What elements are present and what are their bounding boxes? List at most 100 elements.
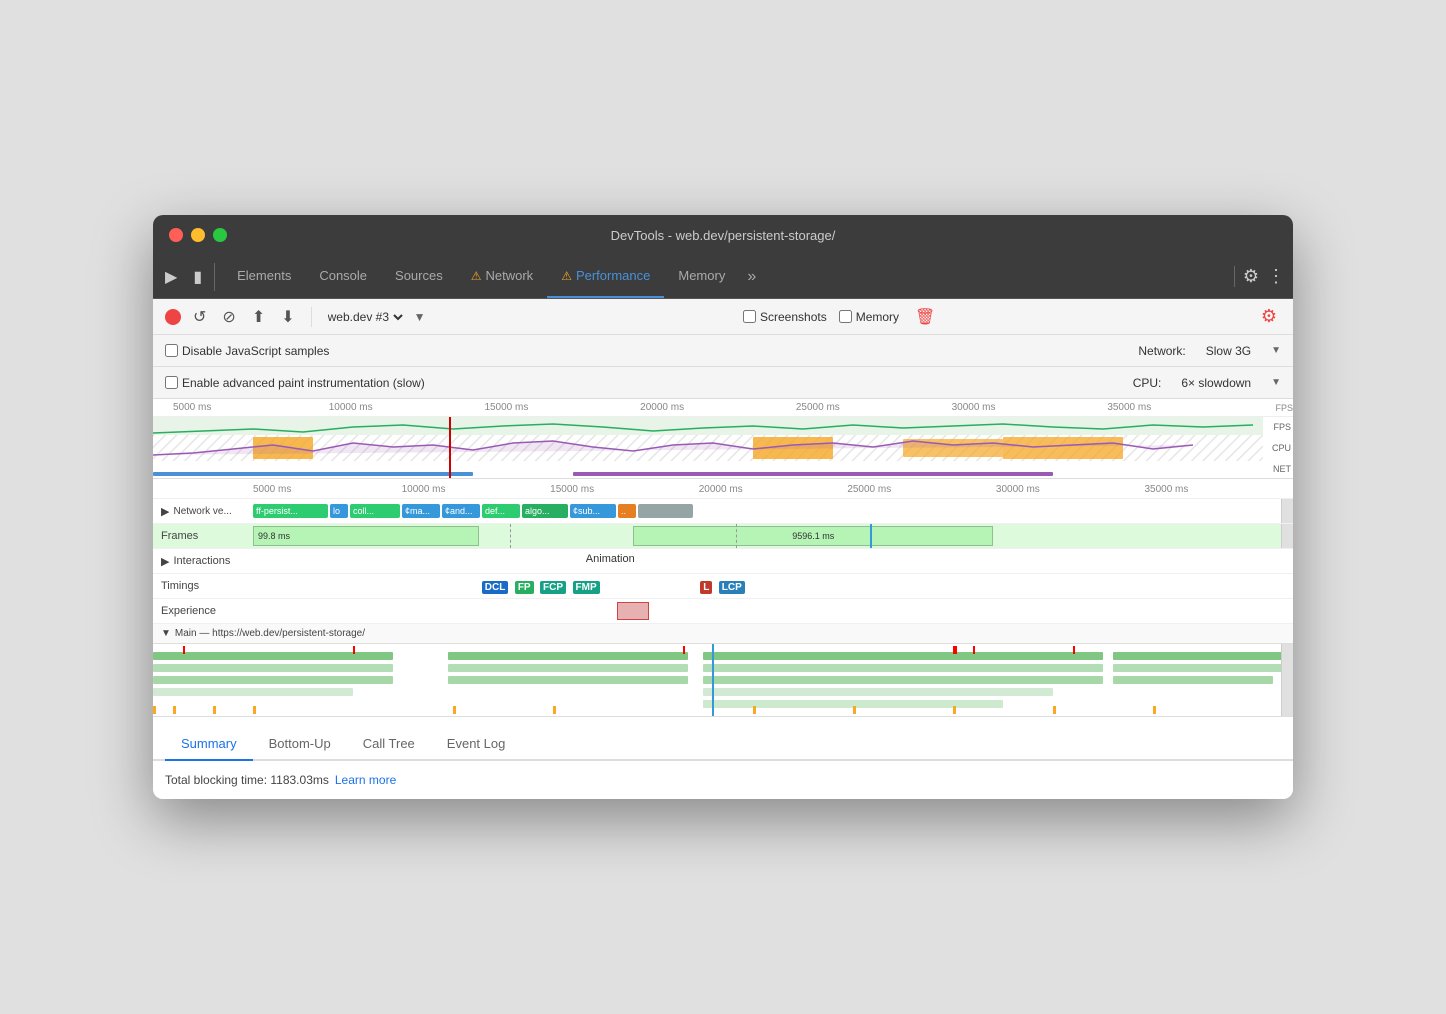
dock-icon[interactable]: ▮ <box>189 263 206 291</box>
performance-warn-icon: ⚠ <box>561 269 572 283</box>
screenshots-checkbox[interactable] <box>743 310 756 323</box>
tl-25000: 25000 ms <box>847 484 996 495</box>
clear-button[interactable]: ⊘ <box>218 305 239 329</box>
delete-profile-button[interactable]: 🗑 <box>911 305 939 329</box>
network-dropdown-arrow[interactable]: ▼ <box>1271 345 1281 356</box>
overview-chart[interactable]: FPS CPU NET <box>153 417 1293 479</box>
tab-bottom-up[interactable]: Bottom-Up <box>253 728 347 761</box>
animation-label: Animation <box>586 553 635 565</box>
tab-event-log[interactable]: Event Log <box>431 728 522 761</box>
reload-button[interactable]: ↺ <box>189 305 210 329</box>
disable-js-checkbox[interactable] <box>165 344 178 357</box>
timing-badges-group-2: L LCP <box>700 577 745 595</box>
network-row-content: ff-persist... lo coll... ¢ma... ¢and... … <box>253 499 1281 523</box>
record-button[interactable] <box>165 309 181 325</box>
scrubber-line[interactable] <box>449 417 451 479</box>
frames-row: Frames 99.8 ms 9596.1 ms <box>153 524 1293 549</box>
badge-fp[interactable]: FP <box>515 581 534 594</box>
interactions-label[interactable]: ▶ Interactions <box>153 553 253 570</box>
tab-sources[interactable]: Sources <box>381 255 457 298</box>
interactions-label-text: Interactions <box>173 555 230 567</box>
tl-10000: 10000 ms <box>402 484 551 495</box>
timing-badges-group-1: DCL FP FCP FMP <box>482 577 600 595</box>
advanced-paint-label[interactable]: Enable advanced paint instrumentation (s… <box>165 376 425 390</box>
tab-summary[interactable]: Summary <box>165 728 253 761</box>
interactions-expand: ▶ <box>161 555 169 568</box>
net-block-4[interactable]: ¢ma... <box>402 504 440 518</box>
settings-gear-icon[interactable]: ⚙ <box>1257 304 1281 329</box>
frame-block-1[interactable]: 99.8 ms <box>253 526 479 546</box>
blocking-time: Total blocking time: 1183.03ms Learn mor… <box>165 773 1281 787</box>
dashed-line-1 <box>510 524 511 548</box>
experience-block[interactable] <box>617 602 649 620</box>
screenshots-checkbox-label[interactable]: Screenshots <box>743 310 827 324</box>
badge-fcp[interactable]: FCP <box>540 581 566 594</box>
tab-bar: Elements Console Sources ⚠ Network ⚠ Per… <box>223 255 1234 298</box>
timings-label-text: Timings <box>161 580 199 592</box>
net-block-10[interactable] <box>638 504 693 518</box>
tab-console[interactable]: Console <box>305 255 381 298</box>
perf-toolbar: ↺ ⊘ ⬆ ⬇ web.dev #3 ▼ Screenshots Memory … <box>153 299 1293 335</box>
net-block-8[interactable]: ¢sub... <box>570 504 616 518</box>
tab-console-label: Console <box>319 268 367 283</box>
main-expand-arrow[interactable]: ▼ <box>161 628 171 639</box>
frame-block-2[interactable]: 9596.1 ms <box>633 526 993 546</box>
advanced-paint-checkbox[interactable] <box>165 376 178 389</box>
net-block-6[interactable]: def... <box>482 504 520 518</box>
net-block-2[interactable]: lo <box>330 504 348 518</box>
experience-content <box>253 599 1293 623</box>
net-block-7[interactable]: algo... <box>522 504 568 518</box>
cpu-setting-value: 6× slowdown <box>1181 376 1251 390</box>
main-row-header: ▼ Main — https://web.dev/persistent-stor… <box>153 624 1293 644</box>
tab-elements[interactable]: Elements <box>223 255 305 298</box>
profile-select[interactable]: web.dev #3 <box>324 309 406 325</box>
flame-chart[interactable] <box>153 644 1293 716</box>
toolbar-icons: ▶ ▮ <box>161 263 215 291</box>
badge-fmp[interactable]: FMP <box>573 581 600 594</box>
bottom-tabs: Summary Bottom-Up Call Tree Event Log <box>153 717 1293 761</box>
network-blocks: ff-persist... lo coll... ¢ma... ¢and... … <box>253 499 1281 523</box>
cursor-icon[interactable]: ▶ <box>161 263 181 291</box>
network-row-label[interactable]: ▶ Network ve... <box>153 503 253 520</box>
net-block-5[interactable]: ¢and... <box>442 504 480 518</box>
row-scrollbar[interactable] <box>1281 499 1293 523</box>
net-block-9[interactable]: .. <box>618 504 636 518</box>
flame-scrollbar[interactable] <box>1281 644 1293 716</box>
tl-35000: 35000 ms <box>1144 484 1293 495</box>
profile-dropdown-arrow[interactable]: ▼ <box>414 310 426 324</box>
download-button[interactable]: ⬇ <box>277 305 298 329</box>
more-options-icon[interactable]: ⋮ <box>1267 266 1285 287</box>
maximize-button[interactable] <box>213 228 227 242</box>
memory-checkbox-label[interactable]: Memory <box>839 310 899 324</box>
badge-dcl[interactable]: DCL <box>482 581 509 594</box>
net-block-1[interactable]: ff-persist... <box>253 504 328 518</box>
tab-memory[interactable]: Memory <box>664 255 739 298</box>
frames-scrollbar[interactable] <box>1281 524 1293 548</box>
settings-right-2: CPU: 6× slowdown ▼ <box>1133 376 1281 390</box>
settings-icon[interactable]: ⚙ <box>1243 266 1259 287</box>
badge-lcp[interactable]: LCP <box>719 581 745 594</box>
frames-content: 99.8 ms 9596.1 ms <box>253 524 1281 548</box>
memory-checkbox[interactable] <box>839 310 852 323</box>
cpu-dropdown-arrow[interactable]: ▼ <box>1271 377 1281 388</box>
tab-network-label: Network <box>486 268 534 283</box>
upload-button[interactable]: ⬆ <box>248 305 269 329</box>
tab-performance[interactable]: ⚠ Performance <box>547 255 664 298</box>
network-setting-value: Slow 3G <box>1206 344 1251 358</box>
net-block-3[interactable]: coll... <box>350 504 400 518</box>
disable-js-label[interactable]: Disable JavaScript samples <box>165 344 329 358</box>
net-chart <box>153 470 1263 478</box>
badge-l[interactable]: L <box>700 581 712 594</box>
interactions-row: ▶ Interactions Animation <box>153 549 1293 574</box>
perf-toolbar-right: Screenshots Memory 🗑 <box>743 305 939 329</box>
tl-15000: 15000 ms <box>550 484 699 495</box>
minimize-button[interactable] <box>191 228 205 242</box>
learn-more-link[interactable]: Learn more <box>335 773 396 787</box>
cpu-area <box>153 435 1263 461</box>
close-button[interactable] <box>169 228 183 242</box>
tab-network[interactable]: ⚠ Network <box>457 255 547 298</box>
tab-call-tree[interactable]: Call Tree <box>347 728 431 761</box>
tab-more-button[interactable]: » <box>739 268 764 286</box>
screenshots-label: Screenshots <box>760 310 827 324</box>
timings-row: Timings DCL FP FCP FMP L LCP <box>153 574 1293 599</box>
